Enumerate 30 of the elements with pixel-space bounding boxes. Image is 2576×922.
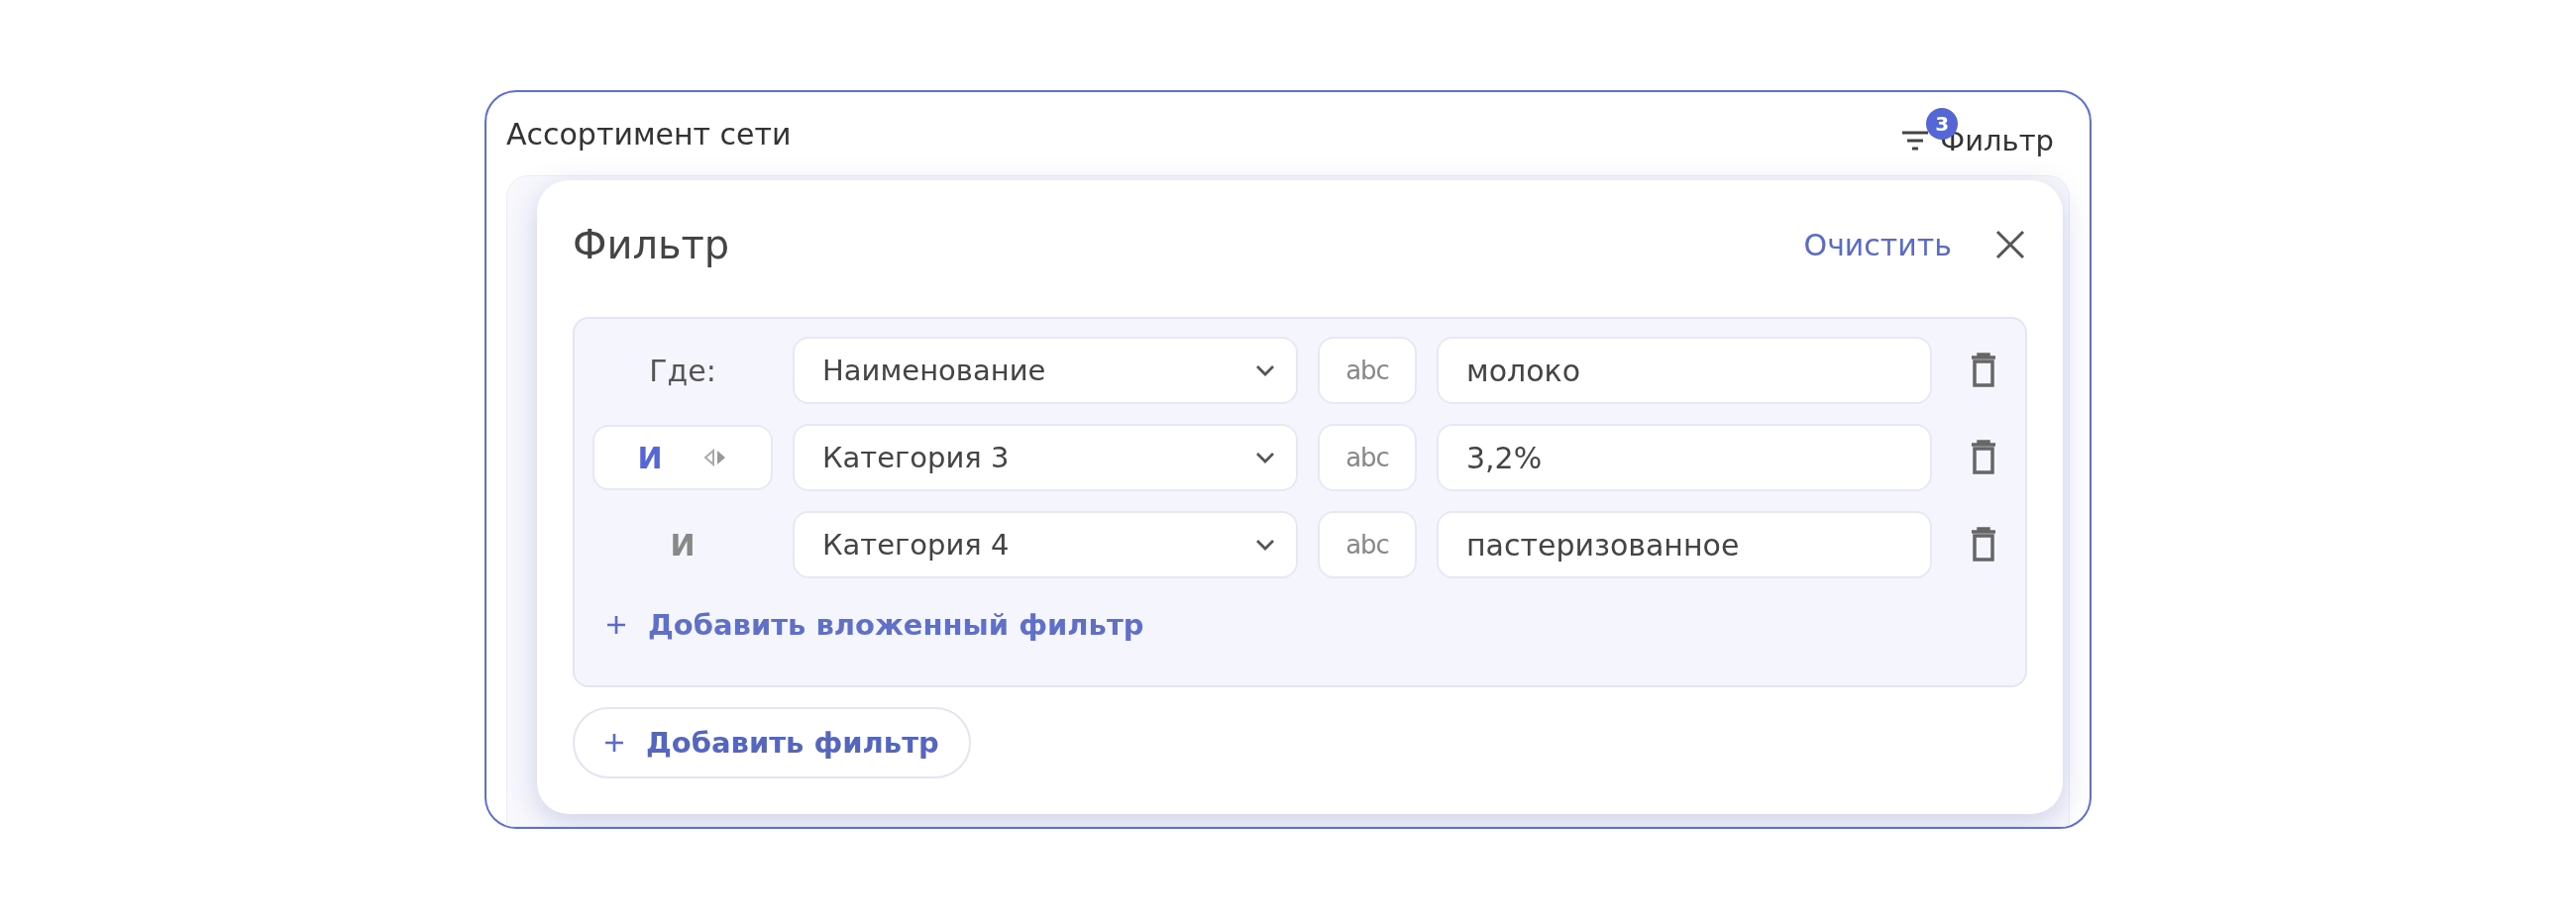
delete-button[interactable] (1970, 353, 1997, 388)
field-select[interactable]: Категория 3 (793, 424, 1298, 491)
where-label: Где: (649, 353, 716, 388)
plus-icon (604, 733, 624, 753)
chevron-down-icon (1254, 538, 1276, 552)
chevron-down-icon (1254, 451, 1276, 464)
value-field[interactable]: 3,2% (1437, 424, 1932, 491)
delete-button[interactable] (1970, 527, 1997, 563)
field-select[interactable]: Категория 4 (793, 511, 1298, 578)
trash-icon (1970, 440, 1997, 475)
value-field[interactable]: молоко (1437, 337, 1932, 404)
add-filter-button[interactable]: Добавить фильтр (573, 707, 971, 778)
type-button[interactable]: abc (1318, 337, 1417, 404)
connector-label: И (670, 527, 696, 563)
type-button[interactable]: abc (1318, 424, 1417, 491)
type-button[interactable]: abc (1318, 511, 1417, 578)
field-select[interactable]: Наименование (793, 337, 1298, 404)
panel-title: Фильтр (573, 222, 730, 267)
page-title: Ассортимент сети (506, 116, 792, 152)
chevron-down-icon (1254, 363, 1276, 377)
close-button[interactable] (1993, 228, 2027, 261)
trash-icon (1970, 527, 1997, 563)
clear-link[interactable]: Очистить (1803, 227, 1952, 262)
delete-button[interactable] (1970, 440, 1997, 475)
plus-icon (606, 615, 626, 635)
connector-toggle[interactable]: И (592, 425, 773, 490)
trash-icon (1970, 353, 1997, 388)
value-field[interactable]: пастеризованное (1437, 511, 1932, 578)
add-nested-filter-link[interactable]: Добавить вложенный фильтр (606, 608, 1144, 642)
filter-icon (1900, 129, 1931, 153)
